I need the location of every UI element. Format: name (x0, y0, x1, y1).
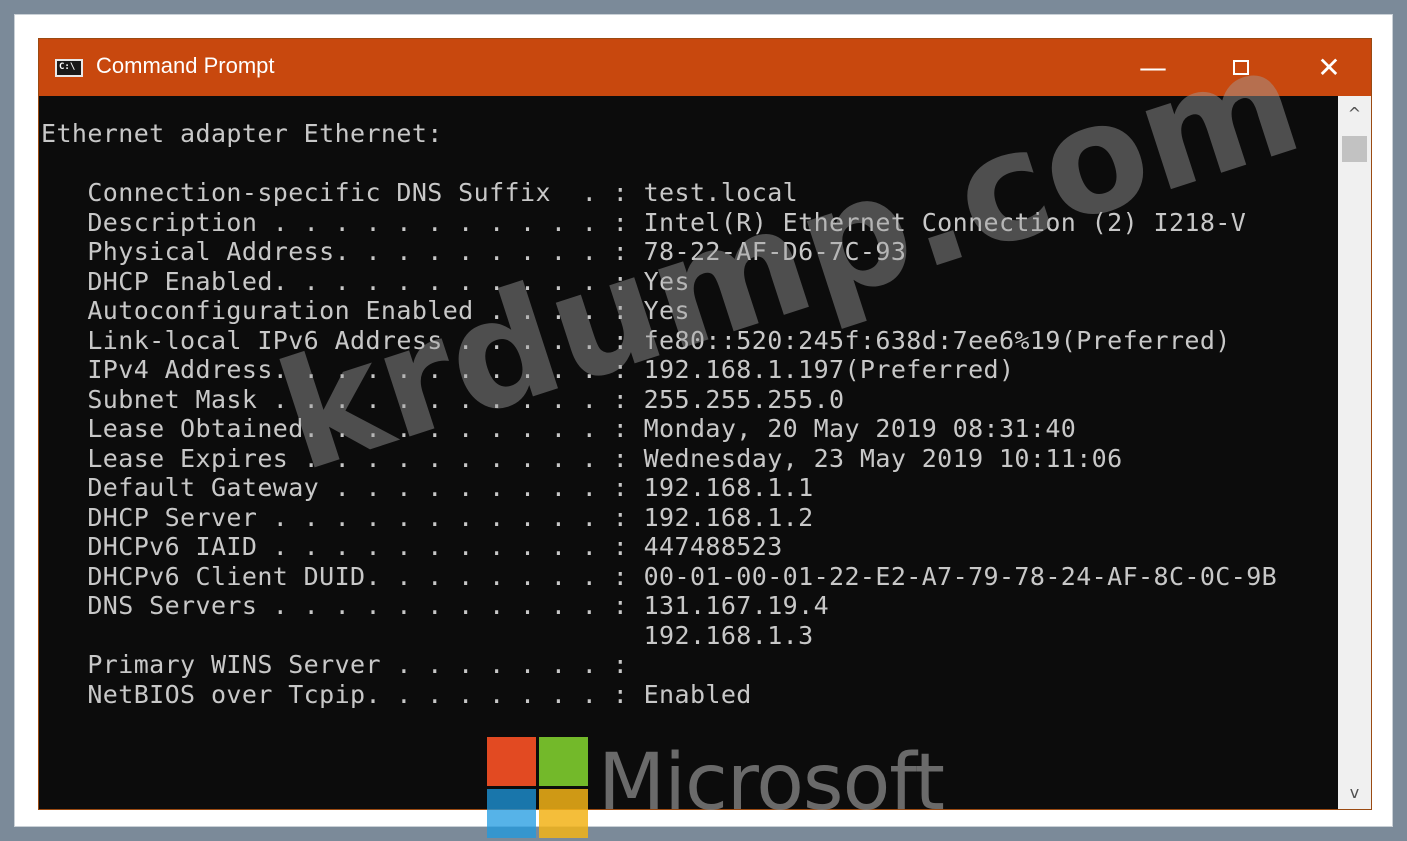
close-button[interactable]: ✕ (1285, 39, 1373, 96)
logo-red-square (487, 737, 536, 786)
console-line: Lease Expires . . . . . . . . . . : Wedn… (41, 444, 1123, 473)
minimize-icon: — (1139, 51, 1167, 84)
vertical-scrollbar[interactable]: ^ v (1338, 96, 1371, 809)
minimize-button[interactable]: — (1109, 39, 1197, 96)
console-line: Autoconfiguration Enabled . . . . : Yes (41, 296, 690, 325)
cmd-icon: C:\ (55, 59, 83, 77)
console-line: DHCPv6 IAID . . . . . . . . . . . : 4474… (41, 532, 783, 561)
scroll-thumb[interactable] (1342, 136, 1367, 162)
maximize-icon (1233, 60, 1249, 75)
console-line: Ethernet adapter Ethernet: (41, 119, 443, 148)
command-prompt-window: C:\ Command Prompt — ✕ Ethernet adapter … (38, 38, 1372, 810)
console-line: Primary WINS Server . . . . . . . : (41, 650, 629, 679)
console-line: Lease Obtained. . . . . . . . . . : Mond… (41, 414, 1077, 443)
console-line: DHCP Enabled. . . . . . . . . . . : Yes (41, 267, 690, 296)
console-line: IPv4 Address. . . . . . . . . . . : 192.… (41, 355, 1015, 384)
maximize-button[interactable] (1197, 39, 1285, 96)
scroll-up-arrow-icon[interactable]: ^ (1338, 100, 1371, 126)
console-line: NetBIOS over Tcpip. . . . . . . . : Enab… (41, 680, 752, 709)
console-line: Description . . . . . . . . . . . : Inte… (41, 208, 1247, 237)
console-line: Connection-specific DNS Suffix . : test.… (41, 178, 799, 207)
logo-yellow-square (539, 789, 588, 838)
logo-green-square (539, 737, 588, 786)
title-bar[interactable]: C:\ Command Prompt — ✕ (39, 39, 1371, 96)
console-line: Link-local IPv6 Address . . . . . : fe80… (41, 326, 1231, 355)
close-icon: ✕ (1317, 51, 1341, 84)
console-line: DHCP Server . . . . . . . . . . . : 192.… (41, 503, 814, 532)
window-title: Command Prompt (96, 53, 275, 78)
scroll-down-arrow-icon[interactable]: v (1338, 779, 1371, 805)
console-line: 192.168.1.3 (41, 621, 814, 650)
console-line: Subnet Mask . . . . . . . . . . . : 255.… (41, 385, 845, 414)
logo-blue-square (487, 789, 536, 838)
microsoft-wordmark: Microsoft (598, 738, 945, 828)
console-line: DNS Servers . . . . . . . . . . . : 131.… (41, 591, 830, 620)
microsoft-logo-icon (487, 737, 588, 838)
console-line: Default Gateway . . . . . . . . . : 192.… (41, 473, 814, 502)
console-line: DHCPv6 Client DUID. . . . . . . . : 00-0… (41, 562, 1278, 591)
console-output[interactable]: Ethernet adapter Ethernet: Connection-sp… (39, 96, 1339, 809)
console-line: Physical Address. . . . . . . . . : 78-2… (41, 237, 907, 266)
